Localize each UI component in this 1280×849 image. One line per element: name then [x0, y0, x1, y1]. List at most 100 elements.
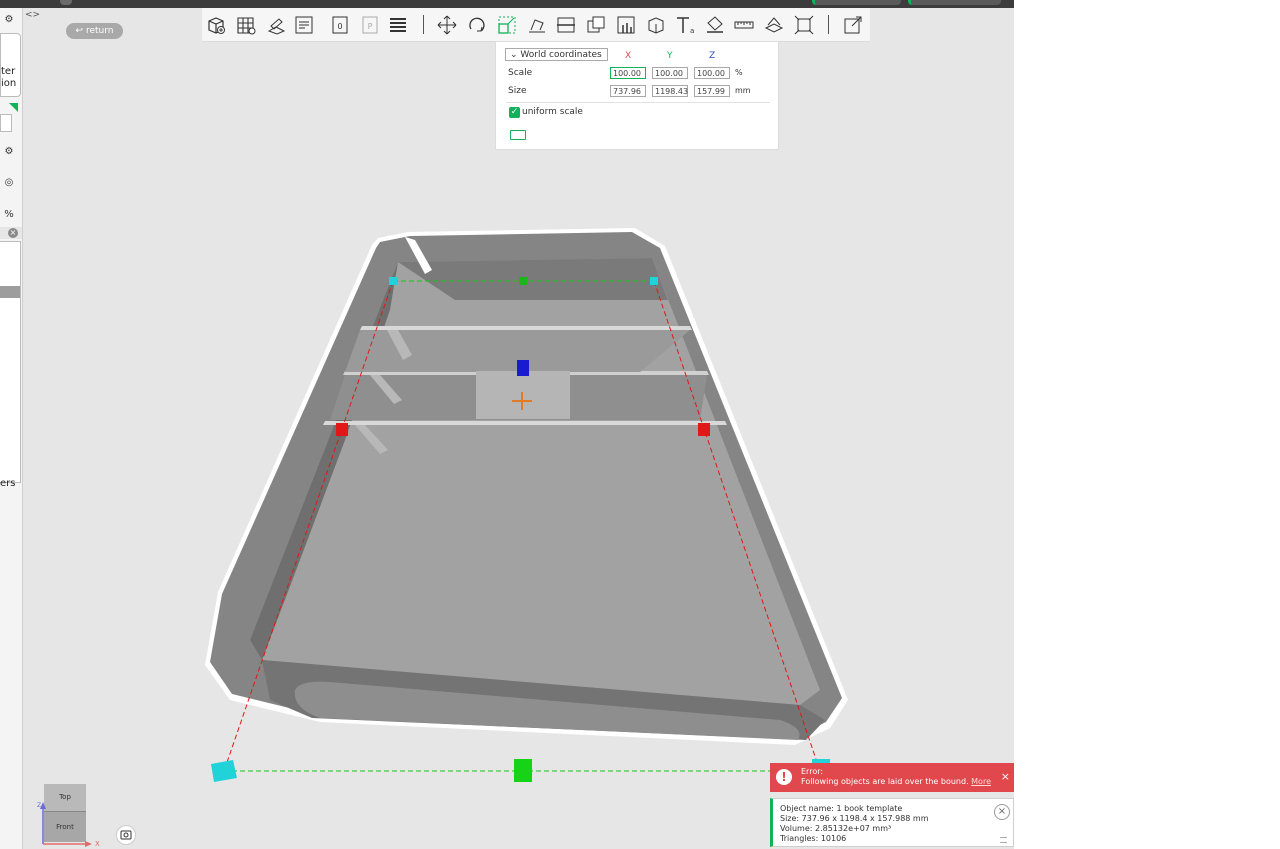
panel-divider	[506, 102, 770, 103]
layers-icon[interactable]	[387, 14, 409, 36]
title-bar-button[interactable]	[908, 0, 1001, 5]
error-more-link[interactable]: More	[971, 777, 991, 786]
scale-panel: ⌄ World coordinates X Y Z Scale 100.00 1…	[495, 41, 779, 150]
scale-handle-corner[interactable]	[389, 277, 397, 285]
settings-icon[interactable]: ⚙	[2, 145, 16, 159]
divider-1	[360, 326, 692, 330]
axis-x-arrow	[85, 841, 92, 847]
ruler-icon[interactable]	[733, 14, 755, 36]
toolbar-separator	[828, 15, 829, 34]
axis-z-text: Z	[37, 802, 41, 809]
axis-z-label: Z	[709, 51, 716, 61]
support-paint-icon[interactable]	[615, 14, 637, 36]
size-y-input[interactable]: 1198.43	[652, 85, 688, 97]
coordinate-mode-select[interactable]: ⌄ World coordinates	[505, 48, 608, 61]
scale-handle-z[interactable]	[517, 360, 529, 376]
cut-icon[interactable]	[555, 14, 577, 36]
plate-settings-icon[interactable]: 0	[329, 14, 351, 36]
title-bar	[0, 0, 1014, 8]
gear-icon[interactable]: ⚙	[2, 13, 16, 27]
scale-x-input[interactable]: 100.00	[610, 67, 646, 79]
plate-icon[interactable]	[293, 14, 315, 36]
coordinate-mode-label: World coordinates	[520, 50, 602, 60]
axis-indicator: X Z	[37, 802, 100, 848]
boolean-icon[interactable]	[585, 14, 607, 36]
error-icon: !	[776, 769, 792, 785]
collapse-icon[interactable]	[1000, 837, 1007, 843]
scale-unit: %	[735, 68, 743, 77]
uniform-scale-label: uniform scale	[522, 107, 583, 117]
tray-floor	[250, 258, 820, 705]
object-name: Object name: 1 book template	[780, 804, 903, 813]
object-list-selected-row[interactable]	[0, 286, 20, 298]
svg-text:0: 0	[337, 22, 342, 31]
title-bar-tab[interactable]	[60, 0, 72, 5]
sidebar-input[interactable]	[0, 114, 12, 132]
text-icon[interactable]: a	[674, 14, 696, 36]
axis-y-label: Y	[667, 51, 673, 61]
sidebar-bottom-text: ers	[0, 478, 16, 489]
scale-icon[interactable]	[496, 14, 518, 36]
error-title: Error:	[801, 767, 824, 776]
error-message-text: Following objects are laid over the boun…	[801, 777, 969, 786]
axis-x-text: X	[95, 840, 100, 848]
assembly-icon[interactable]	[763, 14, 785, 36]
reset-view-button[interactable]	[116, 825, 136, 845]
scale-handle-x[interactable]	[336, 423, 348, 436]
object-volume: Volume: 2.85132e+07 mm³	[780, 824, 892, 833]
sidebar-card-text: ter	[1, 66, 16, 77]
object-sidebar: ⚙ ter ion ⚙ ◎ % × ers	[0, 8, 23, 849]
error-notification: ! Error: Following objects are laid over…	[770, 763, 1014, 792]
view-settings-icon[interactable]	[842, 14, 864, 36]
scale-row-label: Scale	[508, 68, 533, 78]
scale-handle-corner[interactable]	[211, 760, 237, 782]
error-message: Following objects are laid over the boun…	[801, 777, 991, 786]
camera-icon	[120, 830, 132, 840]
move-icon[interactable]	[436, 14, 458, 36]
add-cube-icon[interactable]	[205, 14, 227, 36]
fit-view-icon[interactable]	[793, 14, 815, 36]
seam-icon[interactable]	[645, 14, 667, 36]
orient-icon[interactable]	[265, 14, 287, 36]
scale-handle-corner[interactable]	[650, 277, 658, 285]
rotate-icon[interactable]	[466, 14, 488, 36]
svg-text:a: a	[690, 27, 694, 35]
sidebar-card-text: ion	[1, 78, 17, 89]
main-toolbar: 0 P a	[202, 8, 870, 42]
svg-text:P: P	[368, 22, 373, 31]
scale-z-input[interactable]: 100.00	[694, 67, 730, 79]
collapse-sidebar-icon[interactable]: <>	[25, 10, 40, 20]
return-button[interactable]: ↩ return	[66, 23, 123, 39]
lay-flat-icon[interactable]	[526, 14, 548, 36]
plate-p-icon[interactable]: P	[359, 14, 381, 36]
axis-x-label: X	[625, 51, 632, 61]
scale-handle-x[interactable]	[698, 423, 710, 436]
size-unit: mm	[735, 86, 751, 95]
sidebar-card[interactable]: ter ion	[0, 33, 21, 97]
close-icon[interactable]: ×	[8, 228, 18, 238]
keyboard-shortcuts-icon[interactable]	[510, 130, 526, 140]
object-list[interactable]	[0, 241, 21, 483]
grid-icon[interactable]	[235, 14, 257, 36]
size-z-input[interactable]: 157.99	[694, 85, 730, 97]
object-info-notification: Object name: 1 book template Size: 737.9…	[770, 798, 1014, 847]
close-icon[interactable]: ×	[1001, 771, 1010, 782]
title-bar-button[interactable]	[812, 0, 901, 5]
return-label: return	[85, 26, 114, 36]
scale-handle-y[interactable]	[514, 759, 532, 782]
paint-bucket-icon[interactable]	[704, 14, 726, 36]
divider-3	[323, 421, 727, 425]
sidebar-header: ×	[0, 227, 22, 239]
size-row-label: Size	[508, 86, 527, 96]
active-corner-badge	[9, 103, 18, 112]
size-x-input[interactable]: 737.96	[610, 85, 646, 97]
close-icon[interactable]: ×	[994, 804, 1010, 820]
uniform-scale-checkbox[interactable]: ✓	[509, 107, 520, 118]
scale-y-input[interactable]: 100.00	[652, 67, 688, 79]
object-triangles: Triangles: 10106	[780, 834, 847, 843]
toolbar-separator	[423, 15, 424, 34]
scale-handle-y[interactable]	[519, 277, 527, 285]
object-size: Size: 737.96 x 1198.4 x 157.988 mm	[780, 814, 929, 823]
percent-icon[interactable]: %	[2, 208, 16, 222]
filament-icon[interactable]: ◎	[2, 176, 16, 190]
